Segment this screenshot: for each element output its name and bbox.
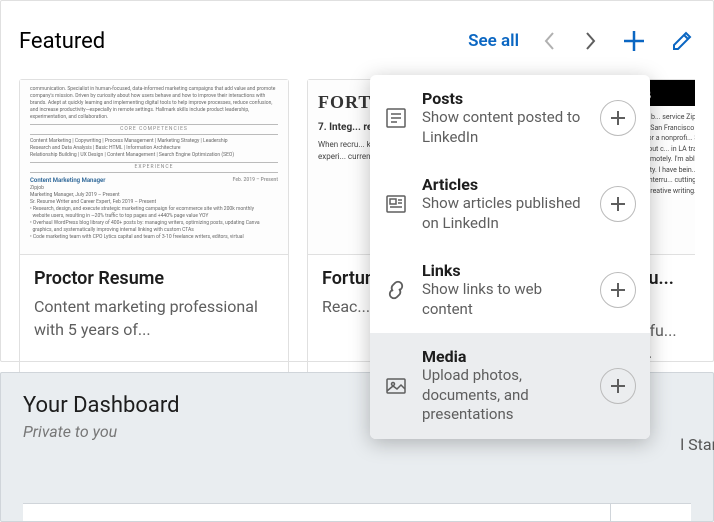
card-thumbnail: communication. Specialist in human-focus… xyxy=(20,80,288,255)
menu-item-text: Posts Show content posted to LinkedIn xyxy=(422,89,586,147)
featured-card[interactable]: communication. Specialist in human-focus… xyxy=(19,79,289,378)
menu-item-articles[interactable]: Articles Show articles published on Link… xyxy=(370,161,650,247)
media-icon xyxy=(384,374,408,398)
article-icon xyxy=(384,192,408,216)
chevron-left-icon[interactable] xyxy=(541,32,559,50)
see-all-link[interactable]: See all xyxy=(468,31,519,51)
menu-item-text: Articles Show articles published on Link… xyxy=(422,175,586,233)
menu-item-links[interactable]: Links Show links to web content xyxy=(370,247,650,333)
card-title: Proctor Resume xyxy=(34,267,274,290)
dashboard-stat-box[interactable] xyxy=(23,504,611,521)
add-button[interactable] xyxy=(600,186,636,222)
add-featured-button[interactable] xyxy=(621,28,647,54)
add-button[interactable] xyxy=(600,100,636,136)
featured-header: Featured See all xyxy=(19,21,695,61)
resume-preview: communication. Specialist in human-focus… xyxy=(30,86,278,241)
add-button[interactable] xyxy=(600,272,636,308)
card-desc: Content marketing professional with 5 ye… xyxy=(34,296,274,341)
menu-item-media[interactable]: Media Upload photos, documents, and pres… xyxy=(370,333,650,439)
menu-item-posts[interactable]: Posts Show content posted to LinkedIn xyxy=(370,75,650,161)
link-icon xyxy=(384,278,408,302)
dashboard-stat-box[interactable] xyxy=(611,504,691,521)
post-icon xyxy=(384,106,408,130)
featured-actions: See all xyxy=(468,28,695,54)
card-body: Proctor Resume Content marketing profess… xyxy=(20,255,288,353)
menu-item-text: Links Show links to web content xyxy=(422,261,586,319)
add-featured-menu: Posts Show content posted to LinkedIn Ar… xyxy=(370,75,650,439)
edit-featured-button[interactable] xyxy=(669,28,695,54)
menu-item-text: Media Upload photos, documents, and pres… xyxy=(422,347,586,425)
add-button[interactable] xyxy=(600,368,636,404)
chevron-right-icon[interactable] xyxy=(581,32,599,50)
dashboard-stats-row xyxy=(23,503,691,521)
featured-title: Featured xyxy=(19,29,105,54)
dashboard-side-label: l Star xyxy=(680,435,714,454)
